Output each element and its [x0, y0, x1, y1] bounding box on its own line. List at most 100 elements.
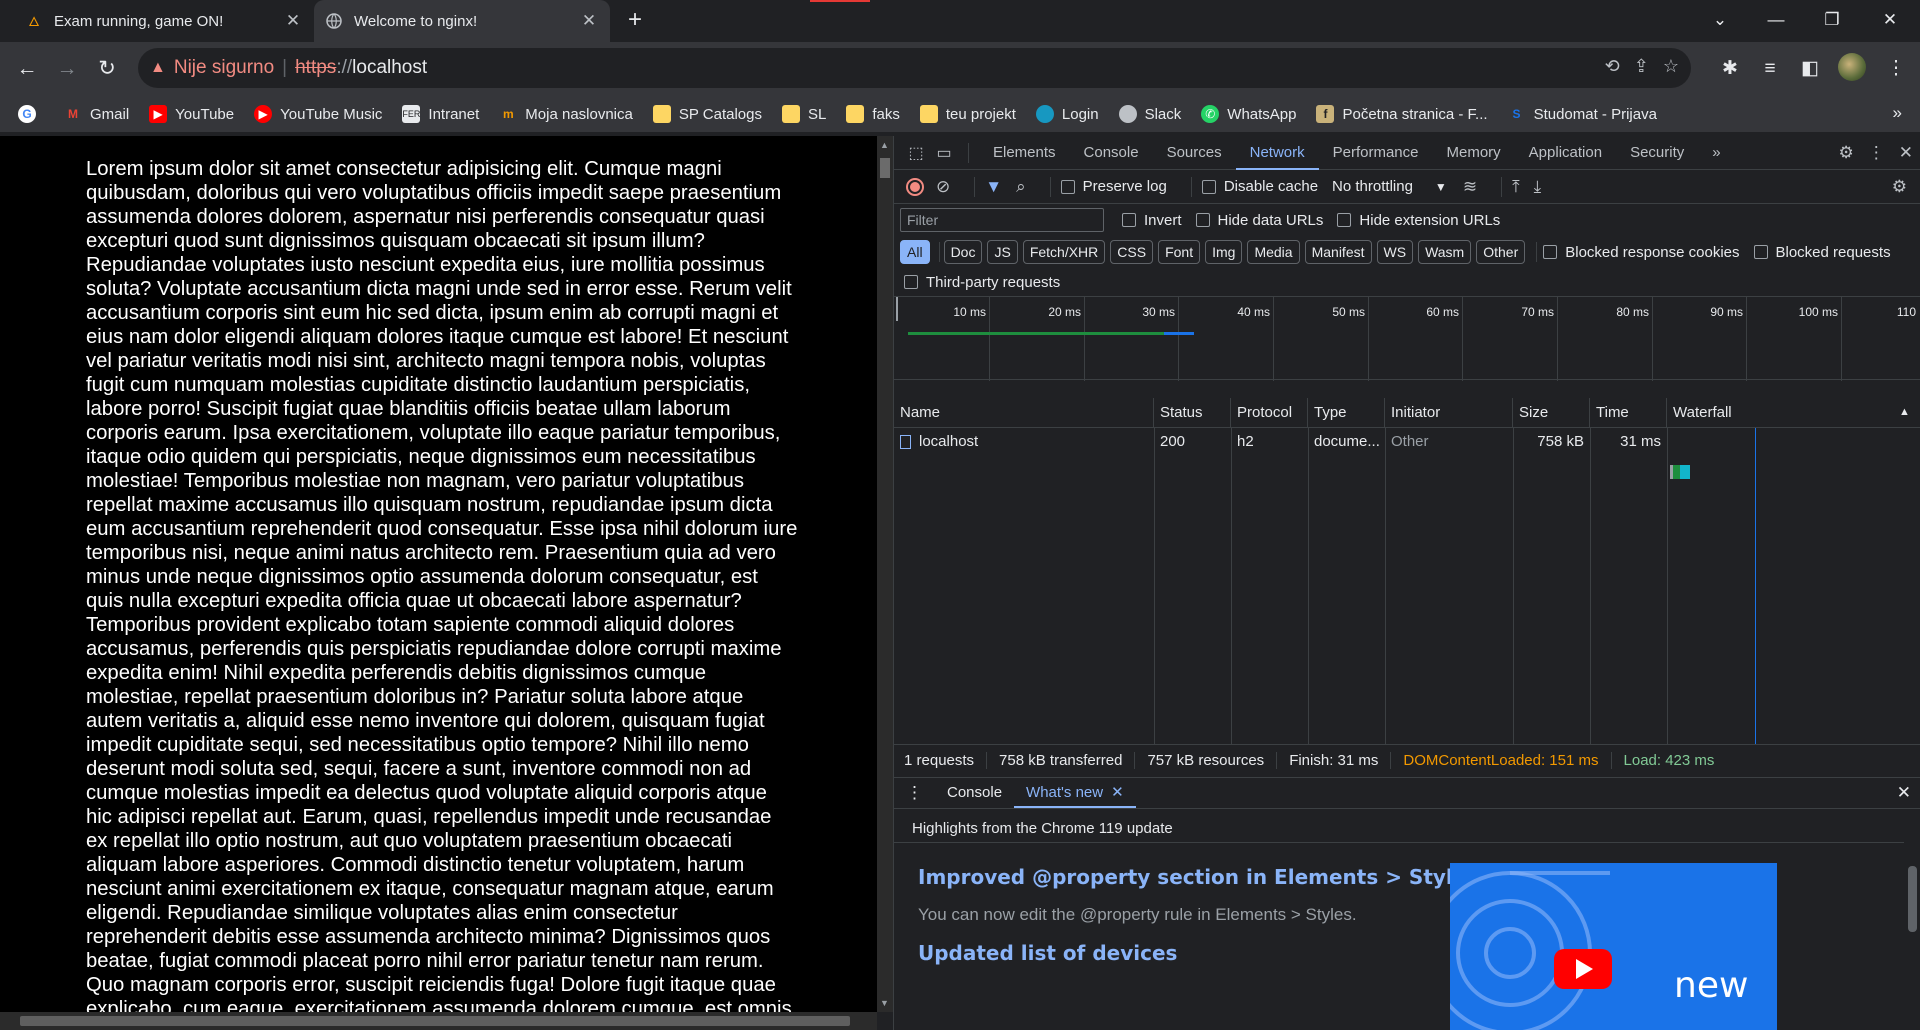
tab-sources[interactable]: Sources [1153, 136, 1236, 170]
filter-icon[interactable]: ▼ [985, 177, 1002, 197]
bookmark-sp-catalogs[interactable]: SP Catalogs [652, 105, 762, 123]
type-filter-fetch-xhr[interactable]: Fetch/XHR [1022, 240, 1106, 264]
filter-input[interactable]: Filter [900, 208, 1104, 232]
tab-application[interactable]: Application [1515, 136, 1616, 170]
tab-security[interactable]: Security [1616, 136, 1698, 170]
scrollbar-thumb[interactable] [20, 1016, 850, 1026]
new-tab-button[interactable]: + [623, 8, 647, 33]
translate-icon[interactable]: ⟲ [1605, 56, 1620, 77]
bookmark-faks[interactable]: faks [846, 105, 900, 123]
bookmark-moja-naslovnica[interactable]: m Moja naslovnica [499, 105, 633, 123]
bookmark-login[interactable]: Login [1035, 105, 1099, 123]
back-button[interactable]: ← [12, 54, 42, 84]
type-filter-doc[interactable]: Doc [943, 240, 983, 264]
bookmark-studomat[interactable]: S Studomat - Prijava [1508, 105, 1657, 123]
menu-icon[interactable]: ⋮ [1880, 53, 1912, 85]
third-party-requests-checkbox[interactable]: Third-party requests [904, 274, 1060, 291]
disable-cache-checkbox[interactable]: Disable cache [1201, 178, 1318, 195]
column-header-status[interactable]: Status [1154, 398, 1231, 428]
close-window-button[interactable]: ✕ [1866, 0, 1914, 40]
whats-new-heading-link[interactable]: Improved @property section in Elements >… [918, 865, 1478, 889]
media-controls-icon[interactable]: ≡ [1754, 53, 1786, 85]
scrollbar-thumb[interactable] [880, 158, 890, 178]
drawer-menu-icon[interactable]: ⋮ [894, 783, 935, 803]
type-filter-other[interactable]: Other [1476, 240, 1526, 264]
clear-icon[interactable]: ⊘ [936, 177, 950, 197]
network-conditions-icon[interactable]: ≋ [1463, 177, 1477, 197]
close-icon[interactable]: ✕ [1111, 784, 1124, 801]
record-icon[interactable] [906, 177, 924, 196]
tab-console[interactable]: Console [1070, 136, 1153, 170]
search-icon[interactable]: ⌕ [1016, 177, 1026, 197]
whats-new-heading-link[interactable]: Updated list of devices [918, 941, 1177, 965]
scroll-up-icon[interactable]: ▲ [880, 140, 889, 150]
forward-button[interactable]: → [52, 54, 82, 84]
scrollbar-thumb[interactable] [1908, 866, 1917, 932]
bookmark-sl[interactable]: SL [781, 105, 826, 123]
sort-ascending-icon[interactable]: ▲ [1899, 406, 1910, 418]
column-header-time[interactable]: Time [1590, 398, 1667, 428]
address-bar[interactable]: ▲ Nije sigurno | https :// localhost ⟲ ⇪… [138, 48, 1691, 88]
export-har-icon[interactable]: ⤓ [1534, 177, 1542, 197]
reload-button[interactable]: ↻ [92, 54, 122, 84]
bookmark-whatsapp[interactable]: ✆ WhatsApp [1201, 105, 1296, 123]
blocked-response-cookies-checkbox[interactable]: Blocked response cookies [1543, 244, 1740, 261]
drawer-tab-whats-new[interactable]: What's new ✕ [1014, 778, 1136, 808]
column-header-name[interactable]: Name [894, 398, 1154, 428]
column-header-waterfall[interactable]: Waterfall [1667, 398, 1920, 428]
column-header-type[interactable]: Type [1308, 398, 1385, 428]
network-settings-icon[interactable]: ⚙ [1892, 177, 1907, 197]
bookmark-youtube-music[interactable]: ▶ YouTube Music [254, 105, 382, 123]
restore-button[interactable]: ❐ [1808, 0, 1856, 40]
tab-search-icon[interactable]: ⌄ [1696, 0, 1744, 40]
warning-icon[interactable]: ▲ [150, 59, 166, 77]
close-tab-icon[interactable]: ✕ [284, 11, 302, 31]
bookmark-teu-projekt[interactable]: teu projekt [919, 105, 1016, 123]
network-overview-timeline[interactable]: 10 ms 20 ms 30 ms 40 ms 50 ms 60 ms 70 m… [894, 296, 1920, 381]
bookmark-intranet[interactable]: FER Intranet [402, 105, 479, 123]
settings-icon[interactable]: ⚙ [1839, 143, 1854, 163]
type-filter-media[interactable]: Media [1247, 240, 1300, 264]
chevron-down-icon[interactable]: ▼ [1435, 180, 1447, 194]
type-filter-ws[interactable]: WS [1376, 240, 1414, 264]
type-filter-all[interactable]: All [900, 240, 930, 264]
drawer-tab-console[interactable]: Console [935, 778, 1014, 808]
close-drawer-icon[interactable]: ✕ [1897, 783, 1911, 803]
throttling-select[interactable]: No throttling [1332, 178, 1413, 195]
import-har-icon[interactable]: ⤒ [1512, 177, 1520, 197]
bookmark-gmail[interactable]: M Gmail [64, 105, 129, 123]
bookmark-pocetna-stranica[interactable]: f Početna stranica - F... [1316, 105, 1488, 123]
minimize-button[interactable]: — [1752, 0, 1800, 40]
tab-memory[interactable]: Memory [1433, 136, 1515, 170]
share-icon[interactable]: ⇪ [1634, 56, 1649, 77]
type-filter-font[interactable]: Font [1158, 240, 1201, 264]
page-horizontal-scrollbar[interactable] [0, 1012, 877, 1030]
tab-performance[interactable]: Performance [1319, 136, 1433, 170]
page-vertical-scrollbar[interactable]: ▲ ▼ [877, 136, 893, 1012]
bookmark-youtube[interactable]: ▶ YouTube [149, 105, 234, 123]
more-options-icon[interactable]: ⋮ [1868, 143, 1885, 163]
drawer-scrollbar[interactable] [1904, 842, 1920, 1030]
extensions-icon[interactable]: ✱ [1714, 53, 1746, 85]
column-header-size[interactable]: Size [1513, 398, 1590, 428]
more-tabs-icon[interactable]: » [1698, 136, 1734, 170]
close-devtools-icon[interactable]: ✕ [1899, 143, 1913, 163]
request-name-cell[interactable]: localhost [894, 428, 1154, 456]
preserve-log-checkbox[interactable]: Preserve log [1060, 178, 1167, 195]
blocked-requests-checkbox[interactable]: Blocked requests [1753, 244, 1891, 261]
type-filter-css[interactable]: CSS [1110, 240, 1154, 264]
tab-elements[interactable]: Elements [979, 136, 1070, 170]
hide-data-urls-checkbox[interactable]: Hide data URLs [1195, 212, 1323, 229]
tab-exam[interactable]: 🜂 Exam running, game ON! ✕ [14, 0, 314, 42]
type-filter-img[interactable]: Img [1205, 240, 1243, 264]
avatar[interactable] [1838, 53, 1866, 81]
device-toolbar-icon[interactable]: ▭ [930, 143, 958, 163]
type-filter-wasm[interactable]: Wasm [1418, 240, 1472, 264]
bookmarks-overflow-button[interactable]: » [1893, 103, 1902, 123]
tab-network[interactable]: Network [1235, 136, 1319, 170]
star-icon[interactable]: ☆ [1663, 56, 1679, 77]
close-tab-icon[interactable]: ✕ [580, 11, 598, 31]
bookmark-google[interactable]: G [18, 105, 44, 123]
scroll-down-icon[interactable]: ▼ [880, 998, 889, 1008]
side-panel-icon[interactable]: ◧ [1794, 53, 1826, 85]
